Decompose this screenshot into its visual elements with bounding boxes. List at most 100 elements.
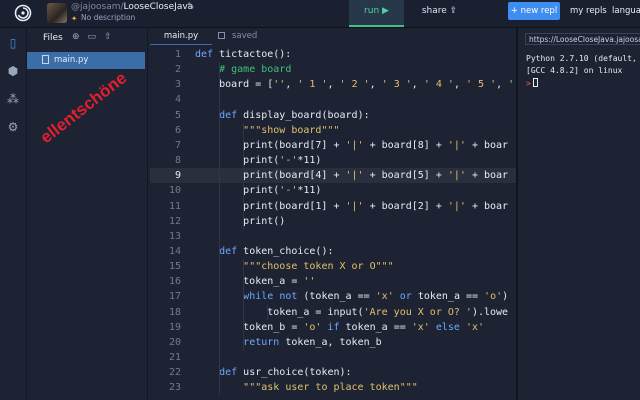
repl-name[interactable]: LooseCloseJava [124,2,194,12]
code-line[interactable]: 11 print(board[1] + '|' + board[2] + '|'… [150,199,516,214]
code-line[interactable]: 6 """show board""" [150,123,516,138]
avatar[interactable] [47,3,67,23]
code-text: def display_board(board): [219,109,370,121]
files-panel: Files ⊕▭⇧ main.py ellentschöne [27,28,148,400]
code-line[interactable]: 21 [150,350,516,365]
code-text: def token_choice(): [219,245,334,257]
share-label: share [421,6,447,16]
console-panel[interactable]: https://LooseCloseJava.jajoosam Python 2… [518,28,640,400]
line-number: 8 [174,155,181,167]
code-line[interactable]: 5 def display_board(board): [150,108,516,123]
top-bar: @jajoosam/LooseCloseJava ✎ ✦ No descripti… [0,0,640,28]
file-name: main.py [54,55,89,65]
tab-main-py[interactable]: main.py [150,28,212,45]
console-line-1: Python 2.7.10 (default, J [526,54,640,63]
code-line[interactable]: 4 [150,92,516,107]
code-text: def tictactoe(): [195,49,292,60]
repl-description[interactable]: ✦ No description [71,13,136,23]
code-line[interactable]: 18 token_a = input('Are you X or O? ').l… [150,305,516,320]
repl-title: @jajoosam/LooseCloseJava [71,2,193,12]
code-line[interactable]: 3 board = ['', ' 1 ', ' 2 ', ' 3 ', ' 4 … [150,77,516,92]
code-line[interactable]: 9 print(board[4] + '|' + board[5] + '|' … [150,168,516,184]
share-icon: ⇪ [449,6,458,16]
line-number: 23 [168,382,181,394]
code-line[interactable]: 14 def token_choice(): [150,244,516,259]
repl-logo-icon[interactable] [14,4,32,22]
line-number: 22 [168,367,181,379]
code-line[interactable]: 2 # game board [150,62,516,77]
code-line[interactable]: 20 return token_a, token_b [150,335,516,350]
code-line[interactable]: 8 print('-'*11) [150,153,516,168]
code-text: """show board""" [243,124,340,136]
code-text: print() [195,215,286,227]
code-text: token_b = 'o' if token_a == 'x' else 'x' [195,321,485,333]
lightbulb-icon: ✦ [71,14,78,23]
code-text: """choose token X or O""" [243,261,394,273]
file-item-main-py[interactable]: main.py [27,52,145,69]
line-number: 9 [174,170,181,182]
line-number: 1 [174,49,181,60]
saved-status: saved [232,31,258,41]
watermark: ellentschöne [36,68,131,148]
packages-icon[interactable]: ⬢ [6,64,20,78]
file-tools: ⊕▭⇧ [72,32,120,42]
code-text: print('-'*11) [195,185,322,197]
code-line[interactable]: 1 def tictactoe(): [150,47,516,62]
code-line[interactable]: 7 print(board[7] + '|' + board[8] + '|' … [150,138,516,153]
new-repl-button[interactable]: + new repl [508,2,560,20]
code-line[interactable]: 19 token_b = 'o' if token_a == 'x' else … [150,320,516,335]
line-number: 3 [174,79,181,91]
code-text: return token_a, token_b [243,336,382,348]
line-number: 16 [168,276,181,288]
url-bar[interactable]: https://LooseCloseJava.jajoosam [525,33,640,45]
repl-user[interactable]: @jajoosam/ [71,2,124,12]
line-number: 19 [168,321,181,333]
line-number: 5 [174,109,181,121]
file-icon [42,55,49,64]
code-line[interactable]: 10 print('-'*11) [150,183,516,198]
code-editor[interactable]: 1 def tictactoe(): 2 # game board 3 board =… [150,46,516,400]
share-nodes-icon[interactable]: ⁂ [6,92,20,106]
line-number: 14 [168,245,181,257]
description-text: No description [81,13,136,22]
code-line[interactable]: 12 print() [150,214,516,229]
my-repls-link[interactable]: my repls [570,6,607,16]
line-number: 6 [174,124,181,136]
code-text: token_a = '' [195,276,316,288]
code-line[interactable]: 13 [150,229,516,244]
add-file-icon[interactable]: ⊕ [72,32,88,42]
code-line[interactable]: 17 while not (token_a == 'x' or token_a … [150,289,516,304]
code-text: print(board[4] + '|' + board[5] + '|' + … [195,170,509,182]
run-button[interactable]: run ▶ [349,0,404,27]
code-text: """ask user to place token""" [243,382,418,394]
line-number: 7 [174,139,181,151]
saved-icon [218,32,225,39]
settings-gear-icon[interactable]: ⚙ [6,120,20,134]
indent-guide [243,259,244,350]
code-text: # game board [219,64,292,76]
activity-bar: ▯ ⬢ ⁂ ⚙ [0,28,27,400]
code-line[interactable]: 15 """choose token X or O""" [150,259,516,274]
files-icon[interactable]: ▯ [6,36,20,50]
languages-link[interactable]: langua [612,6,640,16]
line-number: 12 [168,215,181,227]
line-number: 13 [168,230,181,242]
indent-guide [219,62,220,396]
prompt-symbol: > [526,79,531,88]
share-button[interactable]: share ⇪ [412,0,467,27]
line-number: 17 [168,291,181,303]
line-number: 20 [168,336,181,348]
code-text: while not (token_a == 'x' or token_a == … [243,291,509,303]
code-text: token_a = input('Are you X or O? ').lowe [195,306,509,318]
code-line[interactable]: 22 def usr_choice(token): [150,365,516,380]
code-line[interactable]: 16 token_a = '' [150,274,516,289]
line-number: 2 [174,64,181,76]
edit-pencil-icon[interactable]: ✎ [187,2,195,12]
code-text: board = ['', ' 1 ', ' 2 ', ' 3 ', ' 4 ',… [195,79,515,91]
upload-icon[interactable]: ⇧ [104,32,120,42]
code-text: print('-'*11) [195,155,322,167]
console-prompt[interactable]: > [526,78,538,88]
code-line[interactable]: 23 """ask user to place token""" [150,380,516,395]
line-number: 4 [174,94,181,106]
add-folder-icon[interactable]: ▭ [88,32,105,42]
